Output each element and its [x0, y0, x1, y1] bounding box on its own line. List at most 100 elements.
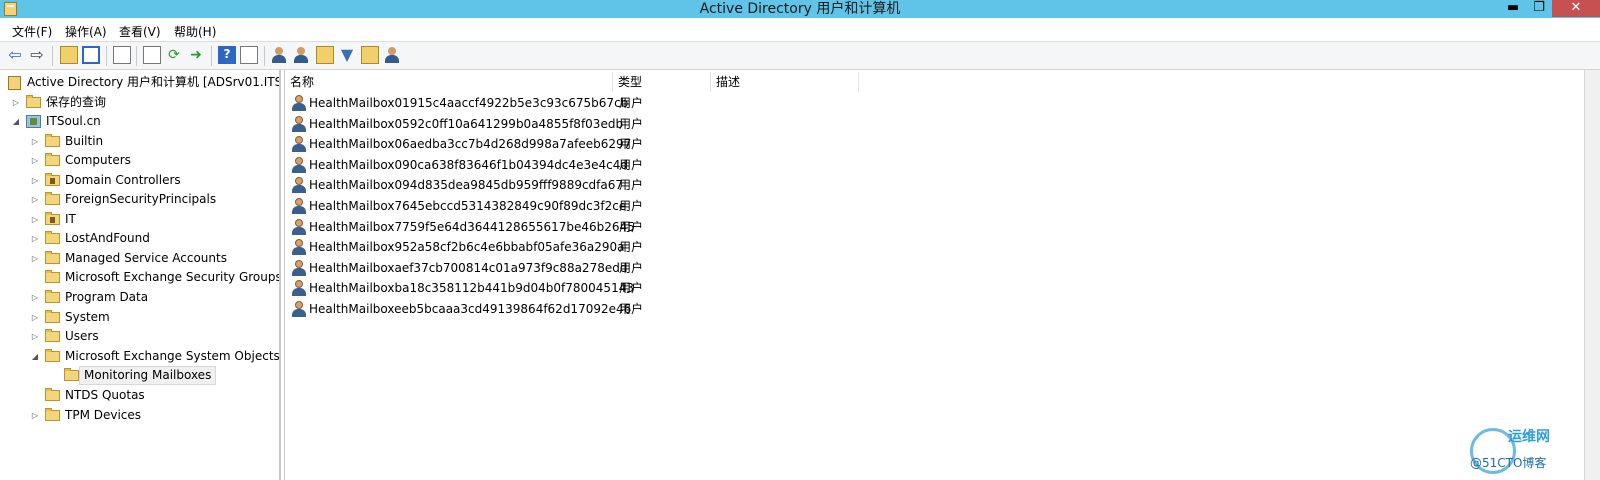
folder-icon — [45, 153, 60, 166]
menu-view[interactable]: 查看(V) — [119, 23, 161, 40]
close-button[interactable]: ✕ — [1552, 0, 1600, 17]
user-icon — [291, 280, 307, 296]
tree-root[interactable]: Active Directory 用户和计算机 [ADSrv01.ITSoul.… — [0, 73, 279, 92]
new-group-icon[interactable] — [292, 46, 310, 64]
menu-file[interactable]: 文件(F) — [12, 23, 52, 40]
expand-chevron-icon[interactable]: ▷ — [30, 132, 40, 151]
domain-icon — [26, 115, 41, 128]
tree-item-program-data[interactable]: ▷ Program Data — [0, 288, 279, 307]
tree-item-label: Microsoft Exchange System Objects — [65, 349, 280, 363]
tree-item-label: TPM Devices — [65, 408, 142, 422]
expand-chevron-icon[interactable]: ▷ — [30, 327, 40, 346]
watermark: 运维网 @51CTO博客 — [1470, 424, 1570, 480]
cell-type: 用户 — [619, 96, 644, 110]
column-header-type[interactable]: 类型 — [613, 72, 711, 92]
user-icon — [291, 177, 307, 193]
expand-chevron-icon[interactable]: ▷ — [30, 249, 40, 268]
expand-chevron-icon[interactable]: ▷ — [30, 288, 40, 307]
expand-chevron-icon[interactable]: ▷ — [30, 229, 40, 248]
user-icon — [291, 95, 307, 111]
tree-item-computers[interactable]: ▷ Computers — [0, 151, 279, 170]
tree-item-exchange-security-groups[interactable]: Microsoft Exchange Security Groups — [0, 268, 279, 287]
filter-icon[interactable]: ▼ — [338, 46, 356, 64]
clipboard-icon[interactable] — [113, 46, 131, 64]
tree-item-exchange-system-objects[interactable]: ◢ Microsoft Exchange System Objects — [0, 347, 280, 366]
export-list-icon[interactable] — [143, 46, 161, 64]
tree-item-builtin[interactable]: ▷ Builtin — [0, 132, 279, 151]
menu-action[interactable]: 操作(A) — [65, 23, 107, 40]
results-list[interactable]: 名称 类型 描述 HealthMailbox01915c4aaccf4922b5… — [284, 70, 1565, 480]
cell-type: 用户 — [619, 261, 644, 275]
menu-bar: 文件(F) 操作(A) 查看(V) 帮助(H) — [0, 18, 1600, 42]
cell-name: HealthMailbox7645ebccd5314382849c90f89dc… — [309, 199, 627, 213]
export-icon[interactable]: ➜ — [187, 46, 205, 64]
forward-arrow-icon[interactable]: ⇨ — [28, 46, 46, 64]
user-icon — [291, 157, 307, 173]
expand-chevron-icon[interactable]: ▷ — [30, 151, 40, 170]
cell-name: HealthMailbox952a58cf2b6c4e6bbabf05afe36… — [309, 240, 625, 254]
expand-chevron-icon[interactable]: ▷ — [30, 171, 40, 190]
find-icon[interactable] — [361, 46, 379, 64]
new-ou-icon[interactable] — [316, 46, 334, 64]
folder-icon — [45, 290, 60, 303]
expand-chevron-icon[interactable]: ▷ — [30, 210, 40, 229]
column-header-description[interactable]: 描述 — [711, 72, 859, 92]
tree-item-users[interactable]: ▷ Users — [0, 327, 279, 346]
column-header-name[interactable]: 名称 — [285, 72, 613, 92]
tree-item-domain-controllers[interactable]: ▷ Domain Controllers — [0, 171, 279, 190]
collapse-chevron-icon[interactable]: ◢ — [11, 112, 21, 131]
expand-chevron-icon[interactable]: ▷ — [30, 308, 40, 327]
cell-name: HealthMailbox01915c4aaccf4922b5e3c93c675… — [309, 96, 629, 110]
folder-icon — [45, 408, 60, 421]
tree-item-label: Builtin — [65, 134, 104, 148]
tree-item-foreign-security-principals[interactable]: ▷ ForeignSecurityPrincipals — [0, 190, 279, 209]
tree-item-label: IT — [65, 212, 76, 226]
tree-item-ntds-quotas[interactable]: NTDS Quotas — [0, 386, 279, 405]
tree-item-label: Users — [65, 329, 99, 343]
console-tree[interactable]: Active Directory 用户和计算机 [ADSrv01.ITSoul.… — [0, 70, 281, 480]
user-icon — [291, 239, 307, 255]
folder-icon — [45, 192, 60, 205]
tree-item-domain[interactable]: ◢ ITSoul.cn — [0, 112, 279, 131]
expand-chevron-icon[interactable]: ▷ — [30, 190, 40, 209]
folder-icon — [45, 134, 60, 147]
tree-item-label: Domain Controllers — [65, 173, 181, 187]
refresh-icon[interactable]: ⟳ — [165, 46, 183, 64]
up-folder-icon[interactable] — [60, 46, 78, 64]
vertical-scrollbar[interactable] — [1584, 70, 1600, 480]
tree-item-system[interactable]: ▷ System — [0, 308, 279, 327]
cell-type: 用户 — [619, 281, 644, 295]
folder-icon — [45, 251, 60, 264]
show-hide-console-tree-icon[interactable] — [82, 46, 100, 64]
tree-item-label: 保存的查询 — [46, 95, 107, 109]
new-user-icon[interactable] — [270, 46, 288, 64]
tree-item-label: NTDS Quotas — [65, 388, 145, 402]
restore-button[interactable]: ❐ — [1526, 0, 1552, 17]
tree-item-label: ForeignSecurityPrincipals — [65, 192, 217, 206]
tree-item-tpm-devices[interactable]: ▷ TPM Devices — [0, 406, 279, 425]
minimize-button[interactable]: ▬ — [1500, 0, 1526, 17]
expand-chevron-icon[interactable]: ▷ — [30, 406, 40, 425]
properties-grid-icon[interactable] — [240, 46, 258, 64]
user-icon — [291, 301, 307, 317]
collapse-chevron-icon[interactable]: ◢ — [30, 347, 40, 366]
tree-item-managed-service-accounts[interactable]: ▷ Managed Service Accounts — [0, 249, 279, 268]
cell-name: HealthMailbox7759f5e64d3644128655617be46… — [309, 220, 635, 234]
cell-type: 用户 — [619, 117, 644, 131]
back-arrow-icon[interactable]: ⇦ — [6, 46, 24, 64]
add-to-group-icon[interactable] — [383, 46, 401, 64]
tree-item-label: Program Data — [65, 290, 149, 304]
watermark-text: 运维网 — [1508, 429, 1550, 445]
help-icon[interactable]: ? — [218, 46, 236, 64]
tree-item-it[interactable]: ▷ IT — [0, 210, 279, 229]
expand-chevron-icon[interactable]: ▷ — [11, 93, 21, 112]
folder-icon — [64, 368, 79, 381]
folder-icon — [45, 329, 60, 342]
tree-item-saved-queries[interactable]: ▷ 保存的查询 — [0, 93, 279, 112]
tree-item-lost-and-found[interactable]: ▷ LostAndFound — [0, 229, 279, 248]
folder-icon — [26, 95, 41, 108]
tree-item-label: ITSoul.cn — [46, 114, 101, 128]
menu-help[interactable]: 帮助(H) — [174, 23, 216, 40]
tree-item-monitoring-mailboxes[interactable]: Monitoring Mailboxes — [0, 366, 279, 385]
tree-item-label: LostAndFound — [65, 231, 150, 245]
